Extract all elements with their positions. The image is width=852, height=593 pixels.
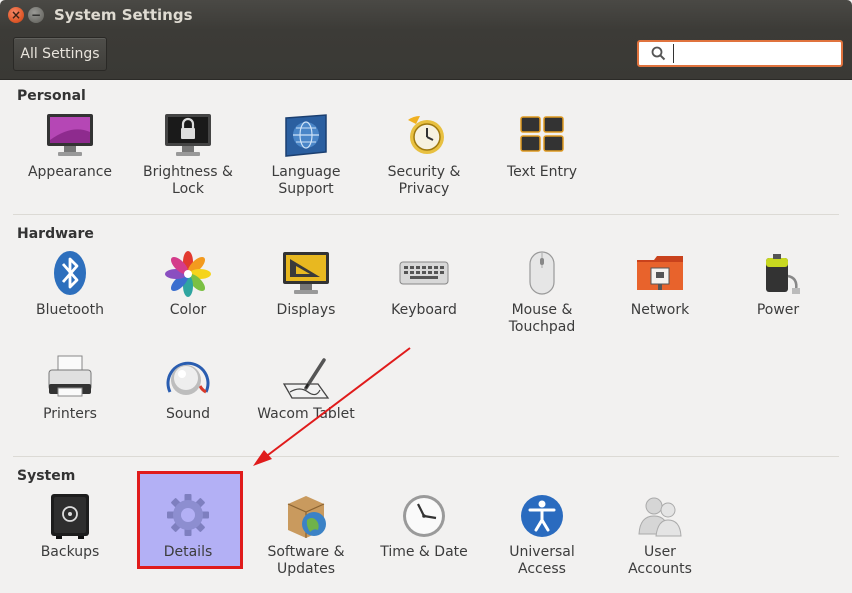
network-icon	[637, 256, 683, 290]
color-item[interactable]: Color	[133, 250, 243, 319]
displays-item[interactable]: Displays	[251, 250, 361, 319]
wacom-tablet-icon	[282, 358, 330, 399]
color-label: Color	[169, 302, 207, 318]
search-icon	[651, 46, 666, 61]
language-support-icon	[285, 114, 327, 157]
language-support-item[interactable]: Language Support	[251, 112, 361, 198]
printers-icon	[48, 355, 92, 397]
user-accounts-label-1: User	[644, 544, 676, 560]
bluetooth-icon	[54, 251, 86, 295]
brightness-lock-label-2: Lock	[172, 181, 204, 197]
user-accounts-icon	[638, 497, 682, 537]
security-privacy-icon	[408, 116, 444, 154]
sound-label: Sound	[165, 406, 211, 422]
printers-item[interactable]: Printers	[15, 354, 125, 423]
keyboard-icon	[399, 261, 449, 285]
security-privacy-label-2: Privacy	[398, 181, 450, 197]
sound-item[interactable]: Sound	[133, 354, 243, 423]
language-support-label-2: Support	[278, 181, 334, 197]
network-item[interactable]: Network	[605, 250, 715, 319]
time-date-label: Time & Date	[380, 544, 468, 560]
appearance-label: Appearance	[27, 164, 113, 180]
displays-label: Displays	[276, 302, 336, 318]
language-support-label-1: Language	[271, 164, 341, 180]
power-icon	[766, 254, 800, 294]
minimize-button[interactable]: −	[28, 7, 44, 23]
all-settings-button[interactable]: All Settings	[13, 37, 107, 71]
software-updates-icon	[287, 496, 326, 538]
mouse-touchpad-icon	[529, 251, 555, 295]
universal-access-label-2: Access	[518, 561, 566, 577]
section-divider	[13, 456, 839, 457]
user-accounts-item[interactable]: User Accounts	[605, 492, 715, 578]
brightness-lock-label-1: Brightness &	[143, 164, 233, 180]
section-divider	[13, 214, 839, 215]
system-settings-window: × − System Settings All Settings Persona…	[0, 0, 852, 593]
section-hardware-label: Hardware	[17, 226, 94, 242]
software-updates-item[interactable]: Software & Updates	[251, 492, 361, 578]
keyboard-item[interactable]: Keyboard	[369, 250, 479, 319]
keyboard-label: Keyboard	[391, 302, 457, 318]
window-title: System Settings	[54, 6, 193, 24]
power-label: Power	[756, 302, 800, 318]
universal-access-icon	[521, 495, 563, 537]
wacom-tablet-item[interactable]: Wacom Tablet	[251, 354, 361, 423]
brightness-lock-item[interactable]: Brightness & Lock	[133, 112, 243, 198]
toolbar: All Settings	[0, 30, 852, 80]
bluetooth-item[interactable]: Bluetooth	[15, 250, 125, 319]
title-bar: × − System Settings	[0, 0, 852, 30]
appearance-item[interactable]: Appearance	[15, 112, 125, 181]
brightness-lock-icon	[165, 114, 211, 156]
appearance-icon	[47, 114, 93, 156]
search-box[interactable]	[637, 40, 843, 67]
security-privacy-label-1: Security &	[387, 164, 461, 180]
software-updates-label-1: Software &	[267, 544, 345, 560]
universal-access-label-1: Universal	[509, 544, 575, 560]
backups-item[interactable]: Backups	[15, 492, 125, 561]
bluetooth-label: Bluetooth	[36, 302, 104, 318]
mouse-touchpad-label-1: Mouse &	[511, 302, 573, 318]
user-accounts-label-2: Accounts	[628, 561, 692, 577]
section-personal-label: Personal	[17, 88, 86, 104]
backups-label: Backups	[40, 544, 100, 560]
section-system-label: System	[17, 468, 76, 484]
security-privacy-item[interactable]: Security & Privacy	[369, 112, 479, 198]
backups-icon	[51, 494, 89, 539]
text-entry-item[interactable]: Text Entry	[487, 112, 597, 181]
sound-icon	[166, 361, 210, 395]
text-entry-icon	[520, 116, 564, 152]
text-entry-label: Text Entry	[506, 164, 577, 180]
time-date-item[interactable]: Time & Date	[369, 492, 479, 561]
universal-access-item[interactable]: Universal Access	[487, 492, 597, 578]
software-updates-label-2: Updates	[277, 561, 335, 577]
wacom-tablet-label: Wacom Tablet	[257, 406, 355, 422]
details-annotation-box	[137, 471, 243, 569]
clock-icon	[403, 495, 445, 537]
color-icon	[165, 251, 211, 297]
printers-label: Printers	[43, 406, 97, 422]
mouse-touchpad-item[interactable]: Mouse & Touchpad	[487, 250, 597, 336]
close-button[interactable]: ×	[8, 7, 24, 23]
mouse-touchpad-label-2: Touchpad	[508, 319, 576, 335]
displays-icon	[283, 252, 329, 294]
network-label: Network	[630, 302, 690, 318]
power-item[interactable]: Power	[723, 250, 833, 319]
search-input[interactable]	[673, 44, 833, 63]
